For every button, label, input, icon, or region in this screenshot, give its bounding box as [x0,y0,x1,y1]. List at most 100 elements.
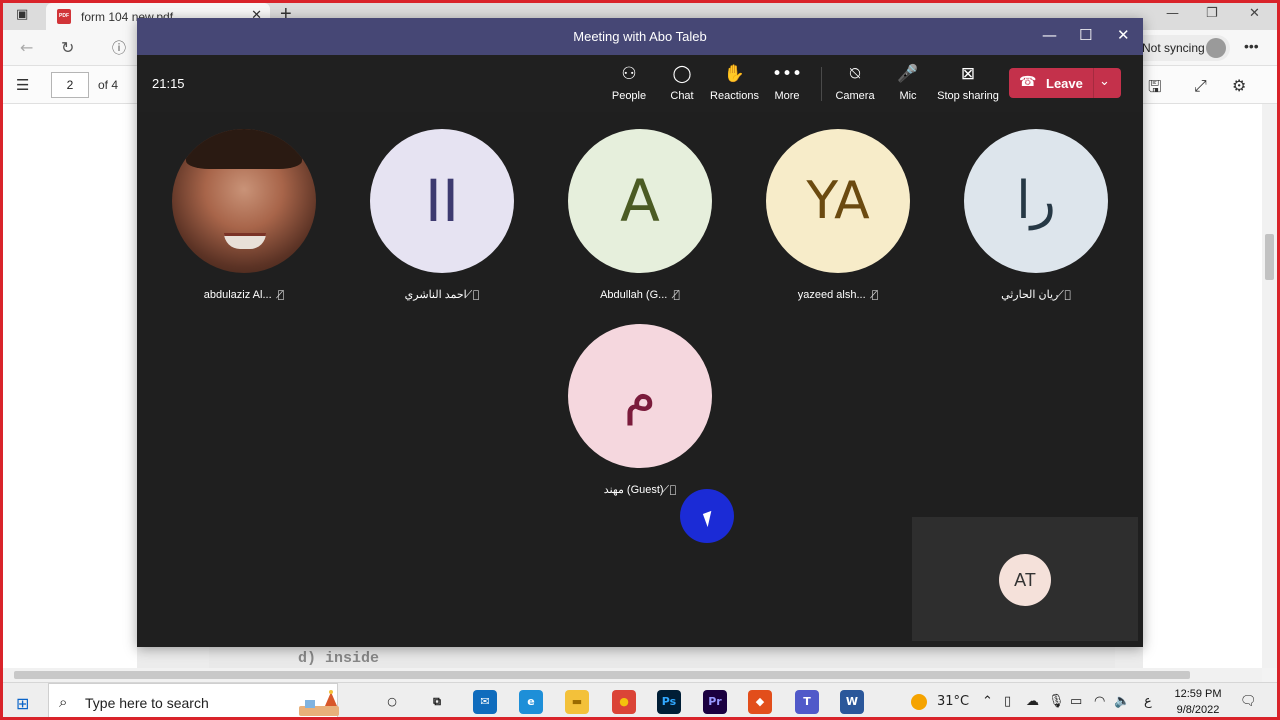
leave-button[interactable]: ☎ Leave ⌄ [1009,68,1121,98]
participant-name: abdulaziz Al... [203,289,272,301]
page-count-label: of 4 [98,78,119,92]
mic-off-icon: 🎙̸ [673,288,680,301]
teams-taskbar-icon[interactable]: T [795,690,819,714]
search-highlight-illustration [299,690,339,716]
tray-chevron-up-icon[interactable]: ⌃ [982,694,993,709]
participant-tile[interactable]: A Abdullah (G... 🎙̸ [540,129,740,309]
chrome-taskbar-icon[interactable]: ● [612,690,636,714]
pdf-visible-text: d) inside [298,650,380,667]
participant-tile[interactable]: YA yazeed alsh... 🎙̸ [738,129,938,309]
self-view-tile[interactable]: AT [912,517,1138,641]
onedrive-cloud-icon[interactable]: ☁ [1026,694,1039,709]
participant-tile[interactable]: abdulaziz Al... 🎙̸ [144,129,344,309]
meeting-close-icon[interactable]: ✕ [1117,26,1130,44]
weather-temperature[interactable]: 31°C [937,694,969,709]
mic-off-icon: 🎙̸ [277,288,285,301]
restore-icon[interactable]: ❐ [1206,6,1218,21]
input-language[interactable]: ع [1144,694,1152,709]
reactions-button[interactable]: ✋ Reactions [707,62,762,108]
browser-menu-icon[interactable]: ••• [1244,38,1259,54]
taskbar-search-box[interactable]: ⌕ Type here to search [48,683,339,720]
vertical-scrollbar[interactable] [1262,104,1280,668]
task-view-taskbar-icon[interactable]: ⧉ [425,690,449,714]
participant-name: Abdullah (G... [600,289,668,301]
pdf-page-left [0,104,137,668]
tab-actions-icon[interactable]: ▣ [16,7,32,23]
meeting-toolbar: 21:15 ⚇ People ◯ Chat ✋ Reactions ••• Mo… [137,55,1143,112]
wifi-icon[interactable]: ◠ [1094,694,1105,709]
mic-button[interactable]: 🎤 Mic [895,62,921,108]
weather-sun-icon[interactable] [911,694,927,710]
participant-name: مهند (Guest) [603,484,664,496]
more-button[interactable]: ••• More [771,62,803,108]
file-explorer-taskbar-icon[interactable]: ▬ [565,690,589,714]
edge-taskbar-icon[interactable]: e [519,690,543,714]
meeting-title: Meeting with Abo Taleb [573,29,707,44]
search-icon: ⌕ [59,693,68,711]
save-icon[interactable]: 🖫 [1148,76,1162,103]
photoshop-taskbar-icon[interactable]: Ps [657,690,681,714]
page-number-input[interactable]: 2 [51,72,89,98]
participant-tile[interactable]: را ريان الحارثي 🎙̸ [936,129,1136,309]
meeting-minimize-icon[interactable]: — [1042,26,1057,44]
teams-meeting-window: Meeting with Abo Taleb — ☐ ✕ 21:15 ⚇ Peo… [137,18,1143,647]
notifications-icon[interactable]: 🗨 [1240,694,1257,709]
participant-avatar: را [964,129,1108,273]
mic-off-icon: 🎙̸ [669,483,677,496]
office-taskbar-icon[interactable]: ◆ [748,690,772,714]
stop-sharing-icon: ⊠ [960,64,976,84]
photo-hair [186,129,302,169]
minimize-icon[interactable]: — [1166,6,1179,21]
camera-button[interactable]: ⍉ Camera [834,62,876,108]
pdf-page-right [1143,104,1262,668]
site-info-icon[interactable]: ⓘ [112,38,126,58]
close-window-icon[interactable]: ✕ [1249,6,1260,21]
battery-icon[interactable]: ▭ [1070,694,1082,709]
participant-name: ريان الحارثي [1001,289,1059,301]
participant-tile[interactable]: م مهند (Guest) 🎙̸ [540,324,740,504]
word-taskbar-icon[interactable]: W [840,690,864,714]
participant-name: yazeed alsh... [797,289,866,301]
volume-icon[interactable]: 🔈 [1114,694,1130,709]
cortana-taskbar-icon[interactable]: ○ [380,690,404,714]
mail-taskbar-icon[interactable]: ✉ [473,690,497,714]
horizontal-scroll-thumb[interactable] [14,671,1190,679]
stop-sharing-button[interactable]: ⊠ Stop sharing [936,62,1000,108]
refresh-icon[interactable]: ↻ [61,38,74,57]
participant-name-row: احمد الناشري 🎙̸ [342,288,542,301]
windows-taskbar: ⊞ ⌕ Type here to search ○ ⧉ ✉ e ▬ ● Ps Pr ◆ T W 31… [0,682,1280,720]
premiere-taskbar-icon[interactable]: Pr [703,690,727,714]
people-label: People [611,90,647,102]
meeting-maximize-icon[interactable]: ☐ [1079,26,1092,44]
tray-mic-icon[interactable]: 🎙 [1048,694,1065,709]
people-button[interactable]: ⚇ People [607,62,651,108]
participant-photo [172,129,316,273]
people-icon: ⚇ [621,64,637,84]
participant-name-row: ريان الحارثي 🎙̸ [936,288,1136,301]
expand-icon[interactable]: ⤢ [1194,76,1207,96]
table-of-contents-icon[interactable]: ☰ [16,76,29,94]
chevron-down-icon[interactable]: ⌄ [1099,74,1110,89]
reactions-label: Reactions [710,90,759,102]
camera-label: Camera [835,90,875,102]
taskbar-clock[interactable]: 12:59 PM 9/8/2022 [1172,686,1224,718]
mic-off-icon: 🎙̸ [871,288,879,301]
toolbar-divider [821,67,822,101]
participant-avatar: م [568,324,712,468]
profile-avatar-icon [1206,38,1226,58]
participant-tile[interactable]: II احمد الناشري 🎙̸ [342,129,542,309]
chat-button[interactable]: ◯ Chat [664,62,700,108]
search-placeholder: Type here to search [85,695,209,711]
tray-device-icon[interactable]: ▯ [1004,694,1011,709]
mic-label: Mic [899,90,917,102]
meeting-timer: 21:15 [152,76,185,91]
participant-avatar: YA [766,129,910,273]
back-icon[interactable]: ← [20,38,33,57]
hang-up-icon: ☎ [1019,74,1037,90]
vertical-scroll-thumb[interactable] [1265,234,1274,280]
windows-start-icon[interactable]: ⊞ [16,694,29,713]
settings-gear-icon[interactable]: ⚙ [1232,76,1246,95]
stop-sharing-label: Stop sharing [937,90,999,102]
photo-smile [224,233,266,249]
reactions-icon: ✋ [723,64,746,84]
